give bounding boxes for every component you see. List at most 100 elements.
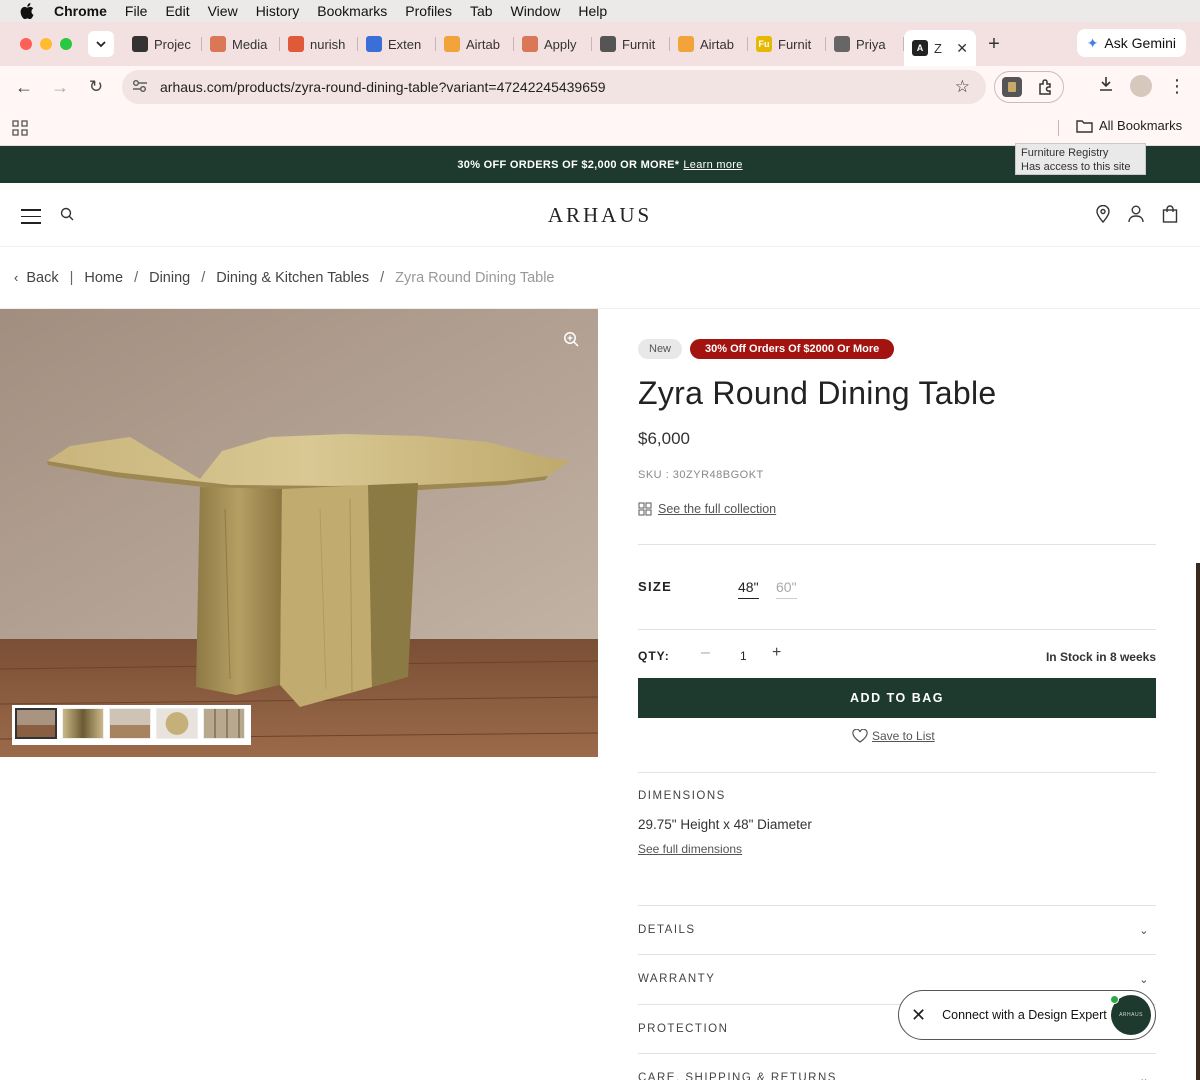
see-full-dimensions-link[interactable]: See full dimensions	[638, 842, 742, 856]
pinned-extensions	[994, 71, 1064, 103]
zoom-in-icon[interactable]	[563, 331, 579, 352]
ask-gemini-button[interactable]: ✦ Ask Gemini	[1076, 29, 1186, 57]
back-chevron-icon[interactable]: ‹	[14, 270, 18, 285]
see-collection[interactable]: See the full collection	[638, 502, 776, 516]
menu-edit[interactable]: Edit	[165, 3, 189, 19]
reload-icon[interactable]: ↻	[78, 77, 114, 97]
see-full-collection-link[interactable]: See the full collection	[658, 502, 776, 516]
browser-tab[interactable]: Priya	[826, 29, 904, 59]
menu-tab[interactable]: Tab	[470, 3, 493, 19]
browser-tab[interactable]: Airtab	[436, 29, 514, 59]
accordion-warranty-label: WARRANTY	[638, 973, 716, 985]
qty-increment-button[interactable]: +	[772, 644, 781, 662]
accordion-warranty[interactable]: WARRANTY ⌄	[638, 973, 1156, 986]
breadcrumb-home[interactable]: Home	[84, 270, 123, 286]
thumbnail-5[interactable]	[203, 708, 245, 739]
product-badges: New 30% Off Orders Of $2000 Or More	[638, 339, 895, 359]
apps-grid-icon[interactable]	[12, 120, 28, 139]
back-arrow-icon[interactable]: ←	[6, 77, 42, 98]
thumbnail-3[interactable]	[109, 708, 151, 739]
browser-tab[interactable]: Furnit	[592, 29, 670, 59]
dimensions-label: DIMENSIONS	[638, 790, 726, 802]
download-icon[interactable]	[1098, 76, 1114, 97]
account-user-icon[interactable]	[1128, 205, 1144, 228]
close-window-button[interactable]	[20, 38, 32, 50]
site-info-icon[interactable]	[132, 79, 152, 96]
dimensions-value: 29.75" Height x 48" Diameter	[638, 817, 812, 832]
thumbnail-1[interactable]	[15, 708, 57, 739]
breadcrumb-back[interactable]: Back	[26, 270, 58, 286]
product-main-image[interactable]	[0, 309, 598, 757]
zoom-window-button[interactable]	[60, 38, 72, 50]
browser-tab[interactable]: A Z ✕	[904, 30, 976, 66]
tabs-container: Projec Media nurish Exten Airtab Apply Furnit A…	[124, 22, 976, 66]
tab-search-button[interactable]	[88, 31, 114, 57]
close-icon[interactable]: ✕	[911, 1005, 926, 1026]
design-expert-chat-widget[interactable]: ✕ Connect with a Design Expert ARHAUS	[898, 990, 1156, 1040]
browser-tab[interactable]: Airtab	[670, 29, 748, 59]
thumbnail-strip	[12, 705, 251, 745]
menu-bookmarks[interactable]: Bookmarks	[317, 3, 387, 19]
url-text[interactable]: arhaus.com/products/zyra-round-dining-ta…	[160, 79, 606, 95]
forward-arrow-icon[interactable]: →	[42, 77, 78, 98]
openai-icon	[132, 36, 148, 52]
header-actions	[1096, 204, 1178, 228]
browser-tab[interactable]: Fu Furnit	[748, 29, 826, 59]
menu-view[interactable]: View	[208, 3, 238, 19]
browser-tab[interactable]: nurish	[280, 29, 358, 59]
browser-tab[interactable]: Projec	[124, 29, 202, 59]
furniture-registry-extension-icon[interactable]	[1002, 77, 1022, 97]
close-tab-icon[interactable]: ✕	[956, 40, 968, 57]
size-option-48[interactable]: 48"	[738, 579, 759, 599]
shopping-bag-icon[interactable]	[1162, 205, 1178, 228]
breadcrumb-dining[interactable]: Dining	[149, 270, 190, 286]
menu-help[interactable]: Help	[578, 3, 607, 19]
profile-avatar[interactable]	[1130, 75, 1152, 97]
all-bookmarks-button[interactable]: All Bookmarks	[1076, 118, 1182, 133]
size-option-60[interactable]: 60"	[776, 579, 797, 599]
size-label: SIZE	[638, 579, 673, 594]
bookmark-star-icon[interactable]: ☆	[955, 77, 970, 97]
tab-label: Priya	[856, 36, 886, 52]
kebab-menu-icon[interactable]: ⋮	[1168, 77, 1186, 95]
promo-learn-more-link[interactable]: Learn more	[683, 159, 742, 171]
store-locator-pin-icon[interactable]	[1096, 204, 1110, 228]
accordion-care-shipping-label: CARE, SHIPPING & RETURNS	[638, 1072, 837, 1080]
new-tab-button[interactable]: +	[980, 33, 1008, 56]
tab-label: nurish	[310, 36, 346, 52]
menu-app-name[interactable]: Chrome	[54, 3, 107, 19]
product-image-gallery[interactable]	[0, 309, 598, 757]
menu-history[interactable]: History	[256, 3, 300, 19]
menu-window[interactable]: Window	[511, 3, 561, 19]
save-to-list-link[interactable]: Save to List	[872, 729, 935, 743]
menu-file[interactable]: File	[125, 3, 148, 19]
arhaus-logo[interactable]: ARHAUS	[0, 203, 1200, 228]
save-to-list[interactable]: Save to List	[852, 729, 935, 743]
accordion-care-shipping[interactable]: CARE, SHIPPING & RETURNS ⌄	[638, 1072, 1156, 1080]
minimize-window-button[interactable]	[40, 38, 52, 50]
tooltip-title: Furniture Registry	[1021, 147, 1109, 159]
browser-tab[interactable]: Apply	[514, 29, 592, 59]
tab-label: Apply	[544, 36, 577, 52]
all-bookmarks-label: All Bookmarks	[1099, 118, 1183, 133]
browser-tab[interactable]: Exten	[358, 29, 436, 59]
puzzle-extensions-icon[interactable]	[1036, 77, 1056, 97]
qty-decrement-button[interactable]: –	[701, 644, 710, 662]
apple-icon[interactable]	[20, 3, 34, 19]
menu-profiles[interactable]: Profiles	[405, 3, 452, 19]
chevron-down-icon: ⌄	[1139, 925, 1150, 937]
thumbnail-4[interactable]	[156, 708, 198, 739]
tab-label: Exten	[388, 36, 422, 52]
address-bar[interactable]: arhaus.com/products/zyra-round-dining-ta…	[122, 70, 986, 104]
accordion-details[interactable]: DETAILS ⌄	[638, 924, 1156, 937]
breadcrumb-category[interactable]: Dining & Kitchen Tables	[216, 270, 369, 286]
chat-label[interactable]: Connect with a Design Expert	[942, 1008, 1107, 1022]
product-title: Zyra Round Dining Table	[638, 375, 997, 411]
chevron-down-icon: ⌄	[1139, 974, 1150, 986]
add-to-bag-button[interactable]: ADD TO BAG	[638, 678, 1156, 718]
toolbar-right-buttons: ⋮	[1098, 75, 1186, 97]
browser-tab[interactable]: Media	[202, 29, 280, 59]
qty-value[interactable]: 1	[740, 649, 747, 663]
breadcrumb-current: Zyra Round Dining Table	[395, 269, 555, 286]
thumbnail-2[interactable]	[62, 708, 104, 739]
